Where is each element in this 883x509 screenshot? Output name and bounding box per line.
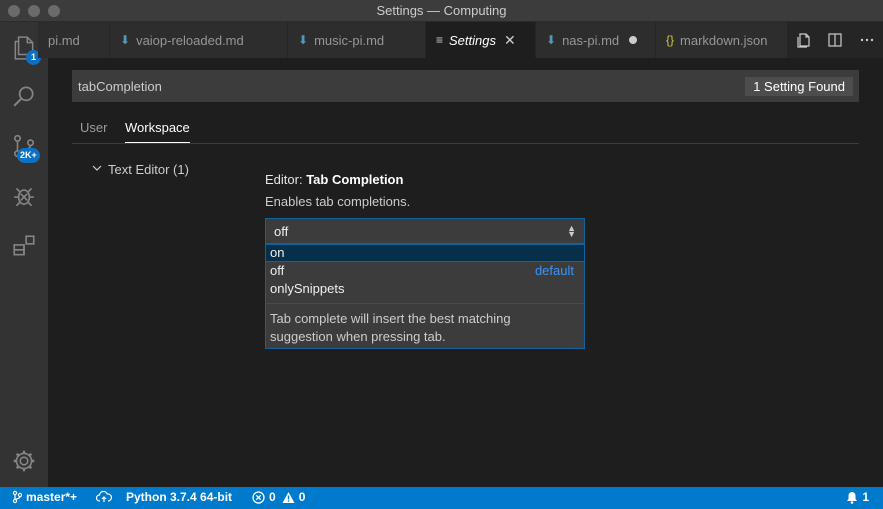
settings-editor: tabCompletion 1 Setting Found User Works… [48,58,883,487]
option-label: onlySnippets [270,281,345,296]
editor-actions [788,22,883,58]
option-label: on [270,245,285,260]
setting-description: Enables tab completions. [265,194,411,209]
tab-settings[interactable]: ≡ Settings ✕ [426,22,536,58]
branch-name: master*+ [26,490,78,504]
extensions-icon [13,235,35,256]
manage-button[interactable] [0,437,48,485]
cloud-upload-icon [96,490,112,502]
select-dropdown: on off default onlySnippets Tab complete… [265,244,585,349]
bell-icon [847,491,858,504]
markdown-icon: ⬇ [298,33,309,47]
python-version: Python 3.7.4 64-bit [126,490,233,504]
window-title: Settings — Computing [376,3,507,18]
toc-item-text-editor[interactable]: Text Editor (1) [92,162,189,177]
python-interpreter[interactable]: Python 3.7.4 64-bit [126,490,232,504]
more-actions-button[interactable] [859,32,875,48]
editor-tab-bar: pi.md ⬇ vaiop-reloaded.md ⬇ music-pi.md … [38,22,883,58]
scope-tabs: User Workspace [72,114,859,144]
toc-item-label: Text Editor (1) [108,162,189,177]
search-view-button[interactable] [0,72,48,120]
branch-status[interactable]: master*+ [12,490,77,504]
setting-name: Tab Completion [306,172,404,187]
settings-search-box[interactable]: tabCompletion 1 Setting Found [72,70,859,102]
option-off[interactable]: off default [266,262,584,280]
git-branch-icon [12,490,22,504]
tab-music-pi-md[interactable]: ⬇ music-pi.md [288,22,426,58]
select-value: off [274,223,289,239]
results-count-badge: 1 Setting Found [745,76,853,96]
option-description-line: suggestion when pressing tab. [270,329,446,344]
tab-label: markdown.json [680,32,768,48]
option-on[interactable]: on [266,244,584,262]
notification-count: 1 [862,490,869,504]
setting-title: Editor: Tab Completion [265,172,585,187]
default-tag: default [534,263,574,278]
json-braces-icon: {} [666,33,675,47]
unsaved-dot-icon[interactable] [629,36,638,44]
scm-badge: 2K+ [17,148,40,163]
tab-completion-select[interactable]: off ▲ ▼ [265,218,585,244]
search-icon [13,86,34,107]
tab-user[interactable]: User [80,120,107,142]
warning-count: 0 [298,490,306,504]
gear-icon [13,450,35,472]
chevron-down-icon [92,163,102,176]
tab-nas-pi-md[interactable]: ⬇ nas-pi.md [536,22,656,58]
option-label: off [270,263,285,278]
open-file-icon [797,33,810,48]
setting-category: Editor: [265,172,307,187]
source-control-button[interactable]: 2K+ [0,122,48,170]
tab-label: vaiop-reloaded.md [136,32,244,48]
activity-bar: 1 2K+ [0,22,48,487]
split-editor-icon [828,33,843,47]
tab-markdown-json[interactable]: {} markdown.json [656,22,788,58]
select-arrows-icon: ▲ ▼ [567,223,576,239]
tab-label: nas-pi.md [562,32,620,48]
split-editor-button[interactable] [827,32,843,48]
problems-status[interactable]: 0 0 [252,490,305,504]
tab-vaiop-reloaded-md[interactable]: ⬇ vaiop-reloaded.md [110,22,288,58]
tab-pi-md[interactable]: pi.md [38,22,110,58]
tab-label: music-pi.md [314,32,385,48]
option-only-snippets[interactable]: onlySnippets [266,280,584,298]
sync-button[interactable] [96,490,116,504]
title-bar: Settings — Computing [0,0,883,22]
error-count: 0 [269,490,276,504]
markdown-icon: ⬇ [120,33,131,47]
open-settings-json-button[interactable] [796,32,812,48]
setting-item: Editor: Tab Completion Enables tab compl… [265,172,585,209]
tab-label: pi.md [48,32,80,48]
tab-label: Settings [449,32,496,48]
tab-workspace[interactable]: Workspace [125,120,190,143]
debug-button[interactable] [0,172,48,220]
status-bar: master*+ Python 3.7.4 64-bit 0 0 1 [0,487,883,509]
warning-icon [282,491,295,503]
settings-lines-icon: ≡ [436,33,444,47]
close-tab-icon[interactable]: ✕ [504,32,516,49]
error-icon [252,490,265,504]
option-description-line: Tab complete will insert the best matchi… [270,311,511,326]
ellipsis-icon [860,38,874,42]
option-description: Tab complete will insert the best matchi… [266,303,584,352]
extensions-button[interactable] [0,222,48,270]
bug-icon [14,187,34,207]
markdown-icon: ⬇ [546,33,557,47]
notifications-button[interactable]: 1 [846,490,869,504]
search-input[interactable]: tabCompletion [78,79,745,94]
